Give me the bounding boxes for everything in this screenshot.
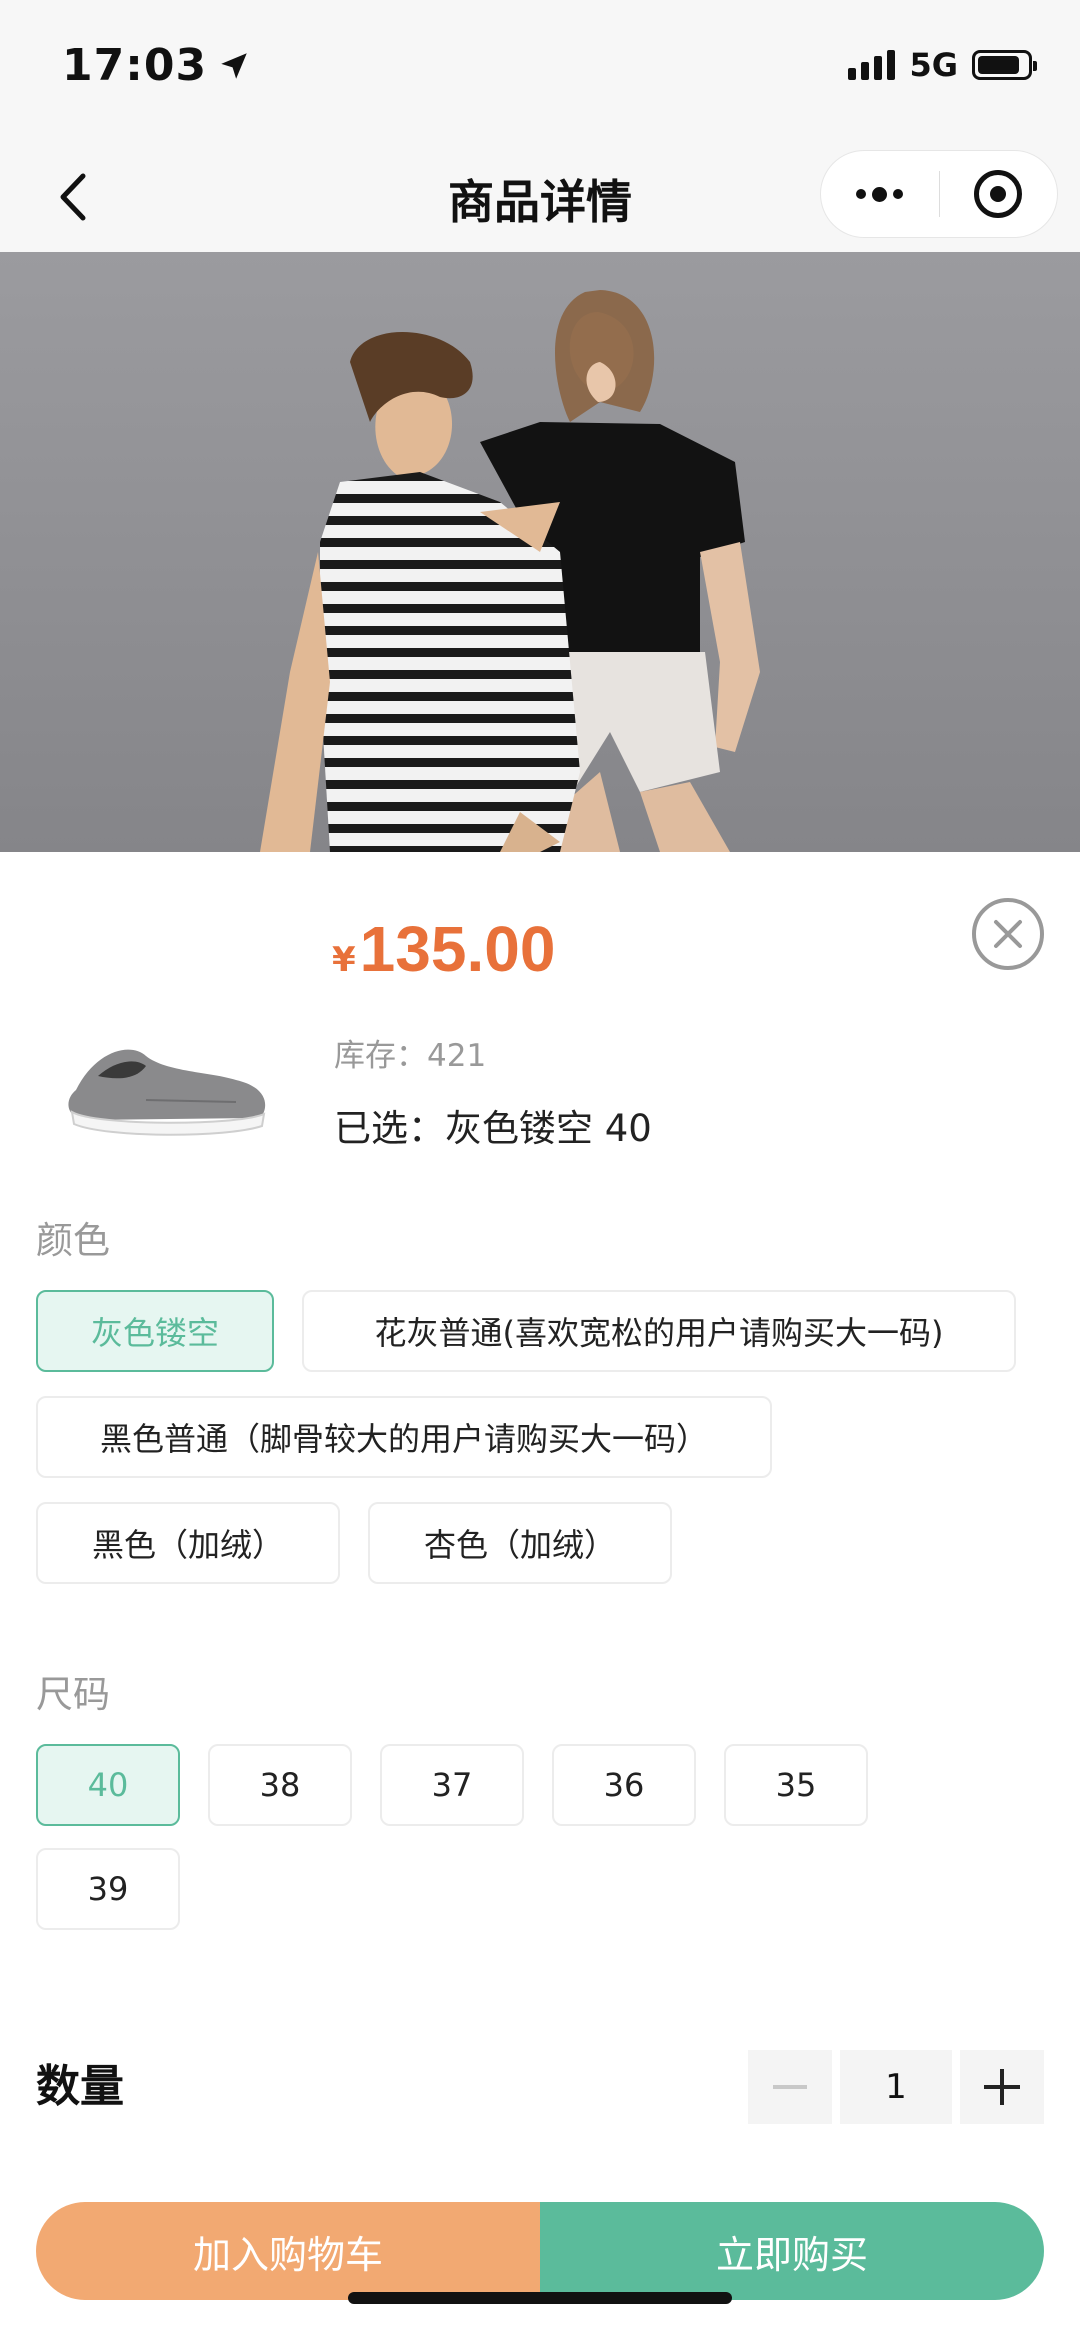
price-value: 135.00 bbox=[359, 913, 556, 985]
color-option[interactable]: 黑色（加绒） bbox=[36, 1502, 340, 1584]
buy-now-button[interactable]: 立即购买 bbox=[540, 2202, 1044, 2300]
size-option[interactable]: 37 bbox=[380, 1744, 524, 1826]
product-thumbnail bbox=[68, 1049, 266, 1136]
color-option[interactable]: 灰色镂空 bbox=[36, 1290, 274, 1372]
size-option[interactable]: 40 bbox=[36, 1744, 180, 1826]
product-price: ¥ 135.00 bbox=[332, 912, 555, 986]
plus-icon bbox=[984, 2069, 1020, 2105]
status-bar: 17:03 5G bbox=[0, 0, 1080, 140]
quantity-label: 数量 bbox=[36, 2061, 124, 2112]
miniprogram-close-icon bbox=[974, 170, 1023, 218]
size-section-label: 尺码 bbox=[36, 1673, 110, 1716]
battery-icon bbox=[972, 50, 1037, 80]
selected-summary: 已选：灰色镂空 40 bbox=[334, 1107, 652, 1150]
size-option[interactable]: 38 bbox=[208, 1744, 352, 1826]
quantity-stepper: 1 bbox=[748, 2050, 1044, 2124]
size-option[interactable]: 35 bbox=[724, 1744, 868, 1826]
more-dots-icon[interactable] bbox=[821, 151, 939, 237]
close-circle-icon bbox=[994, 920, 1022, 948]
size-option[interactable]: 39 bbox=[36, 1848, 180, 1930]
quantity-value[interactable]: 1 bbox=[840, 2050, 952, 2124]
stock-count: 库存：421 bbox=[334, 1038, 487, 1074]
color-option[interactable]: 花灰普通(喜欢宽松的用户请购买大一码) bbox=[302, 1290, 1016, 1372]
color-option[interactable]: 黑色普通（脚骨较大的用户请购买大一码） bbox=[36, 1396, 772, 1478]
nav-bar: 商品详情 bbox=[0, 140, 1080, 252]
location-arrow-icon bbox=[221, 52, 247, 79]
increase-button[interactable] bbox=[960, 2050, 1044, 2124]
miniprogram-close-button[interactable] bbox=[940, 151, 1058, 237]
network-type: 5G bbox=[909, 46, 958, 84]
add-to-cart-button[interactable]: 加入购物车 bbox=[36, 2202, 540, 2300]
color-option[interactable]: 杏色（加绒） bbox=[368, 1502, 672, 1584]
product-hero-image bbox=[0, 252, 1080, 852]
miniprogram-capsule bbox=[820, 150, 1058, 238]
decrease-button[interactable] bbox=[748, 2050, 832, 2124]
size-option[interactable]: 36 bbox=[552, 1744, 696, 1826]
minus-icon bbox=[773, 2085, 807, 2089]
home-indicator bbox=[348, 2292, 732, 2304]
close-sheet-button[interactable] bbox=[972, 898, 1044, 970]
models-photo bbox=[0, 252, 1080, 852]
sku-selector-sheet: ¥ 135.00 库存：421 已选：灰色镂空 40 颜色 灰色镂空 花灰普通(… bbox=[0, 852, 1080, 2337]
action-bar: 加入购物车 立即购买 bbox=[36, 2202, 1044, 2300]
currency-symbol: ¥ bbox=[332, 940, 356, 980]
status-time: 17:03 bbox=[62, 40, 208, 91]
color-section-label: 颜色 bbox=[36, 1219, 110, 1262]
signal-icon bbox=[848, 50, 896, 80]
